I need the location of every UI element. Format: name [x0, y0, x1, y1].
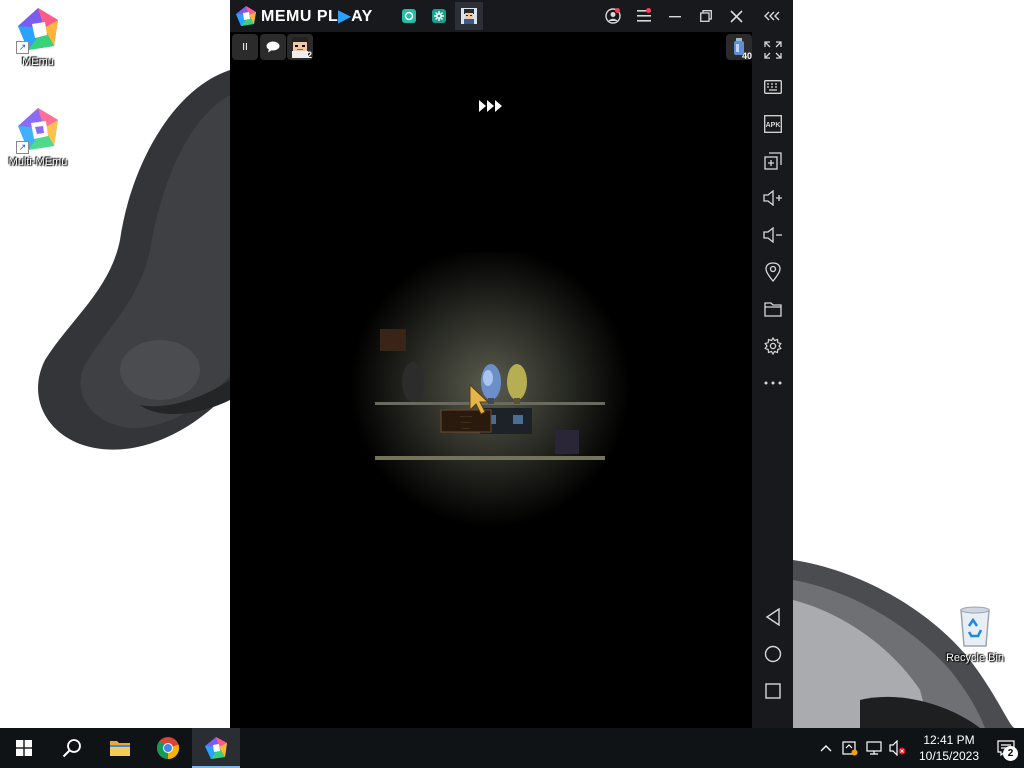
speaker-muted-icon	[889, 740, 906, 756]
notification-dot	[615, 8, 620, 13]
tab-settings[interactable]	[425, 2, 453, 30]
system-tray: 12:41 PM 10/15/2023 2	[814, 728, 1024, 768]
chrome-button[interactable]	[144, 728, 192, 768]
menu-button[interactable]	[628, 0, 659, 32]
keyboard-icon	[763, 80, 782, 94]
memu-logo-icon	[236, 6, 256, 26]
keyboard-button[interactable]	[752, 72, 793, 102]
minimize-button[interactable]	[659, 0, 690, 32]
taskbar-clock[interactable]: 12:41 PM 10/15/2023	[910, 732, 988, 764]
sign-line-3: ........	[462, 425, 471, 430]
tab-home[interactable]	[395, 2, 423, 30]
app-title: MEMU PL▶AY	[261, 8, 373, 25]
chrome-icon	[157, 737, 180, 760]
nav-recents-button[interactable]	[752, 676, 793, 706]
collapse-sidebar-button[interactable]	[752, 0, 793, 32]
memu-taskbar-button[interactable]	[192, 728, 240, 768]
security-tray-button[interactable]	[838, 728, 862, 768]
desktop-icon-label: MEmu	[22, 56, 54, 68]
recycle-bin-icon	[951, 602, 999, 650]
apk-button[interactable]: APK	[752, 109, 793, 139]
notification-count: 2	[1003, 746, 1018, 761]
clock-date: 10/15/2023	[918, 749, 980, 763]
memu-icon: ↗	[14, 6, 62, 54]
volume-down-button[interactable]	[752, 220, 793, 250]
memu-logo: MEMU PL▶AY	[235, 0, 373, 32]
desktop-icon-multi-memu[interactable]: ↗ Multi-MEmu	[0, 106, 76, 169]
recents-square-icon	[764, 683, 781, 699]
gear-icon	[431, 9, 446, 23]
location-pin-icon	[764, 262, 781, 282]
desktop-icon-recycle-bin[interactable]: Recycle Bin	[937, 602, 1013, 665]
file-explorer-button[interactable]	[96, 728, 144, 768]
emulator-screen[interactable]: II 2 40 ........... .......... ........	[230, 32, 752, 728]
volume-up-button[interactable]	[752, 183, 793, 213]
game-scene[interactable]: ........... .......... ........	[230, 32, 752, 728]
folder-icon	[763, 302, 782, 317]
sign-line-2: ..........	[460, 419, 471, 424]
desktop-icon-memu[interactable]: ↗ MEmu	[0, 6, 76, 69]
start-button[interactable]	[0, 728, 48, 768]
app-store-icon	[401, 9, 416, 23]
add-window-icon	[763, 152, 782, 170]
multi-memu-icon: ↗	[14, 106, 62, 154]
desktop-icon-label: Recycle Bin	[945, 652, 1005, 664]
account-button[interactable]	[597, 0, 628, 32]
apk-icon: APK	[763, 115, 782, 133]
folder-icon	[110, 741, 130, 756]
windows-logo-icon	[16, 740, 32, 756]
game-icon	[460, 8, 477, 24]
back-triangle-icon	[765, 608, 780, 626]
emulator-titlebar: MEMU PL▶AY	[230, 0, 793, 32]
restore-icon	[699, 10, 712, 22]
fullscreen-button[interactable]	[752, 35, 793, 65]
emulator-window: MEMU PL▶AY II 2 40 ........... .........…	[230, 0, 793, 728]
memu-icon	[205, 737, 227, 759]
show-hidden-icons-button[interactable]	[814, 728, 838, 768]
close-button[interactable]	[721, 0, 752, 32]
sign-line-1: ...........	[460, 413, 472, 418]
chevrons-left-icon	[763, 11, 779, 21]
svg-text:APK: APK	[765, 122, 780, 129]
volume-down-icon	[762, 227, 782, 243]
restore-button[interactable]	[690, 0, 721, 32]
window-controls	[597, 0, 793, 32]
minimize-icon	[668, 16, 681, 18]
gear-icon	[763, 337, 782, 355]
search-icon	[62, 739, 81, 758]
shield-warning-icon	[842, 741, 858, 756]
clock-time: 12:41 PM	[923, 733, 975, 747]
settings-button[interactable]	[752, 331, 793, 361]
volume-button[interactable]	[886, 728, 910, 768]
notification-dot	[646, 8, 651, 13]
chevron-up-icon	[820, 745, 832, 752]
nav-back-button[interactable]	[752, 602, 793, 632]
nav-home-button[interactable]	[752, 639, 793, 669]
tab-game[interactable]	[454, 2, 483, 30]
more-dots-icon	[764, 381, 781, 385]
taskbar: 12:41 PM 10/15/2023 2	[0, 728, 1024, 768]
shortcut-arrow-icon: ↗	[16, 141, 29, 154]
more-button[interactable]	[752, 368, 793, 398]
fullscreen-icon	[763, 41, 782, 59]
volume-up-icon	[762, 190, 782, 206]
network-icon	[866, 741, 882, 755]
shortcut-arrow-icon: ↗	[16, 41, 29, 54]
close-icon	[730, 9, 743, 23]
emulator-sidebar: APK	[752, 32, 793, 728]
location-button[interactable]	[752, 257, 793, 287]
search-button[interactable]	[48, 728, 96, 768]
network-button[interactable]	[862, 728, 886, 768]
folder-button[interactable]	[752, 294, 793, 324]
multi-window-button[interactable]	[752, 146, 793, 176]
notification-center-button[interactable]: 2	[988, 728, 1024, 768]
home-circle-icon	[764, 645, 781, 663]
desktop-icon-label: Multi-MEmu	[8, 156, 68, 168]
